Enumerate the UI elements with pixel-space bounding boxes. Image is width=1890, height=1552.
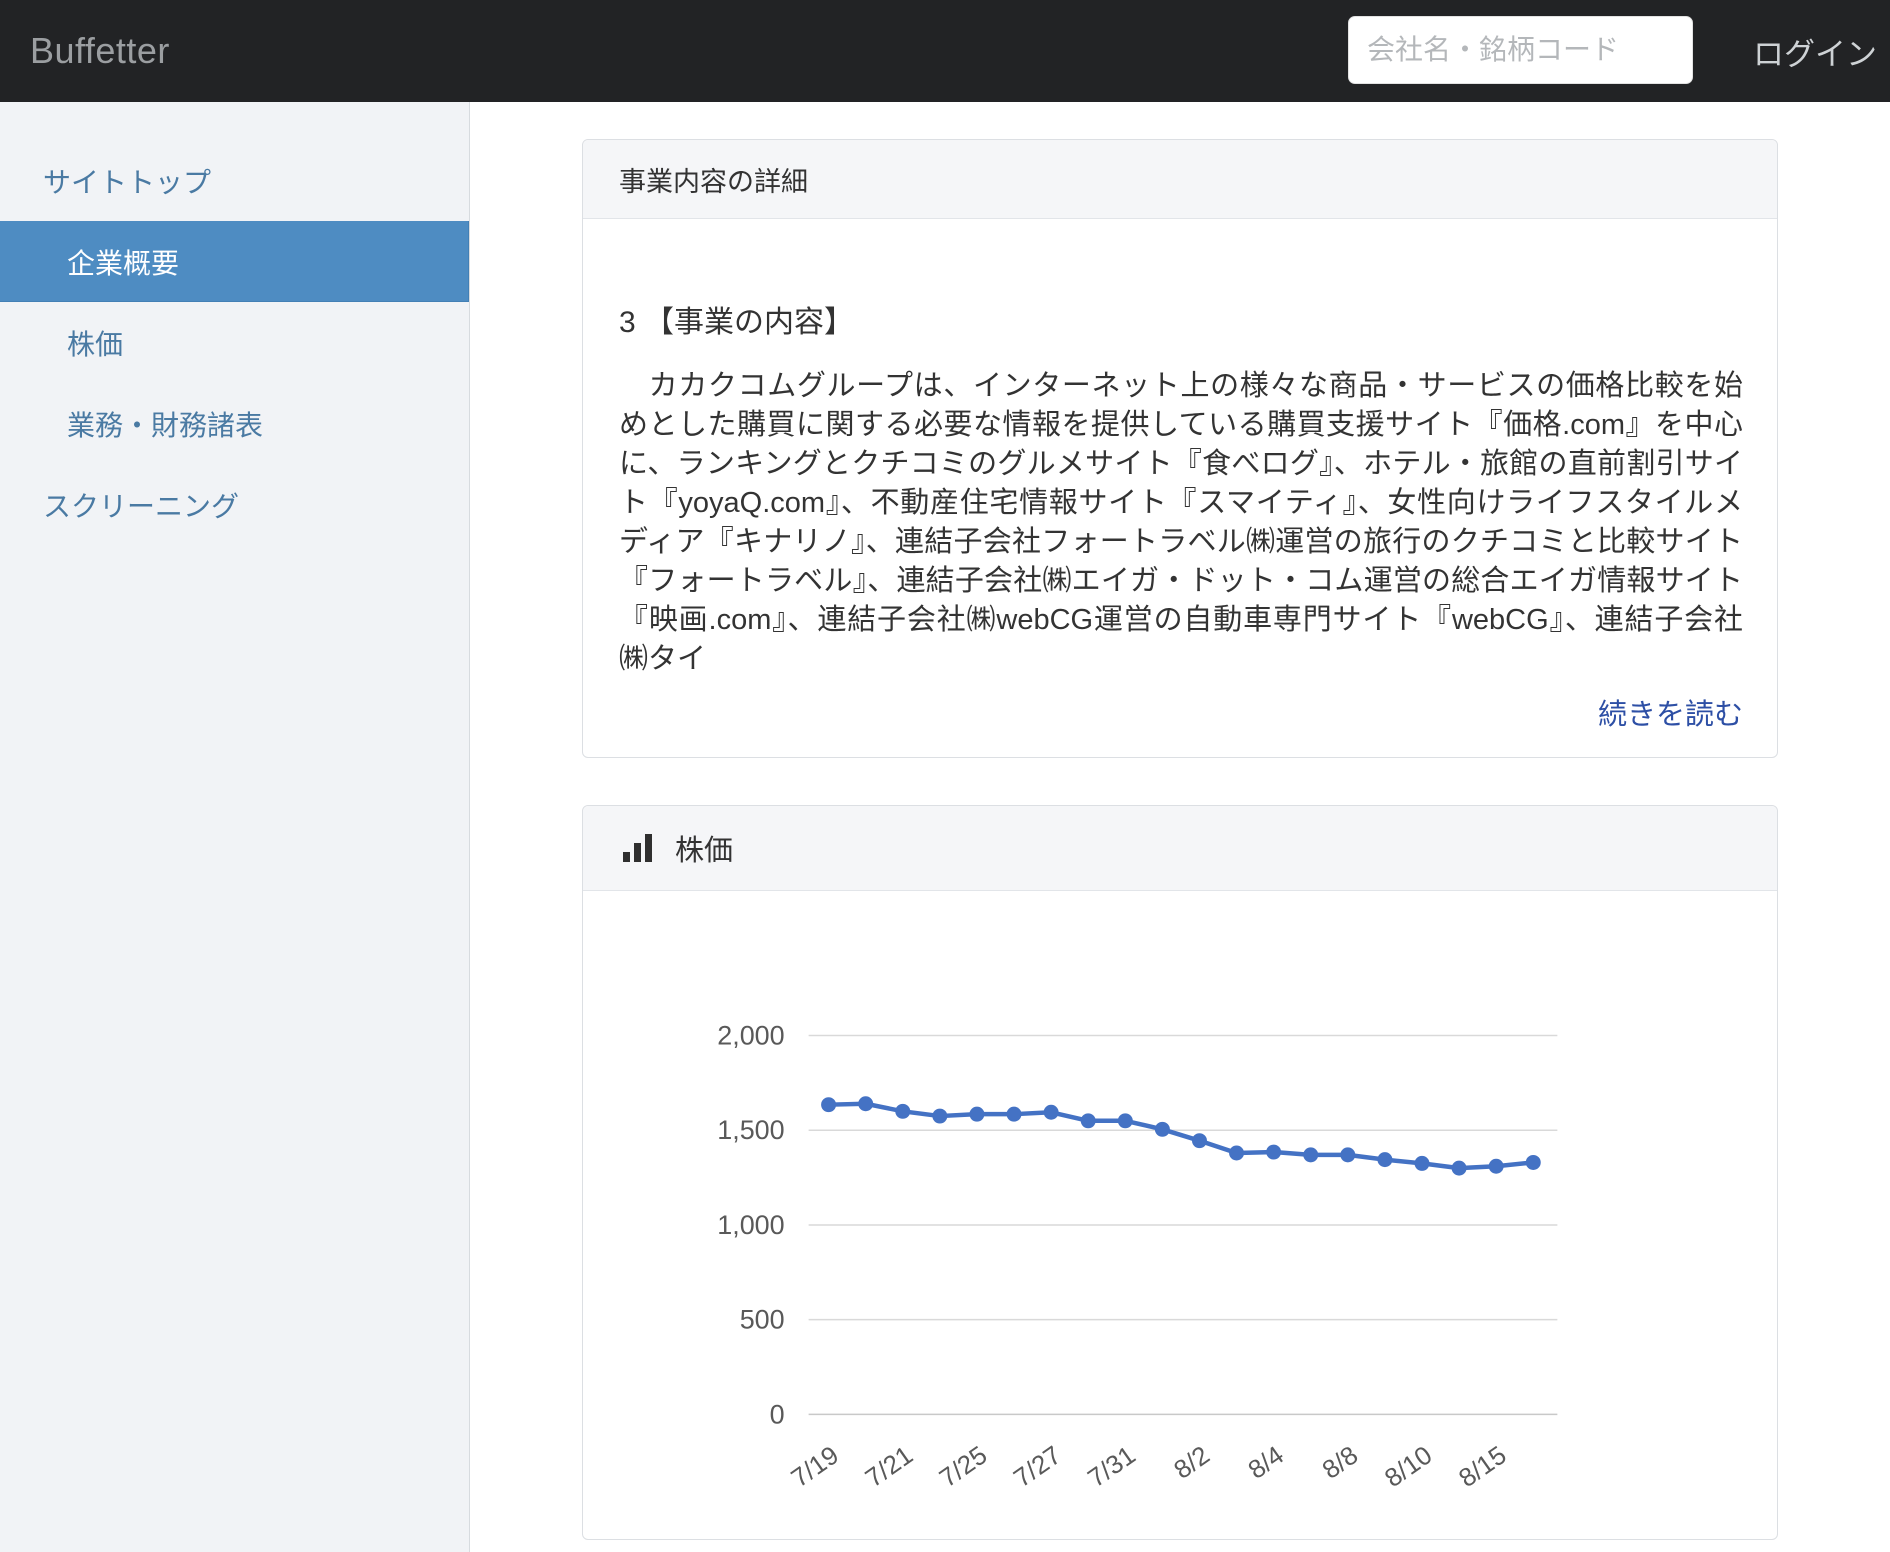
chart-point [1081,1113,1096,1128]
sidebar-item-label: スクリーニング [43,485,239,525]
chart-point [1229,1146,1244,1161]
sidebar-item-screening[interactable]: スクリーニング [0,464,469,545]
business-card-title: 事業内容の詳細 [619,160,808,199]
search-input[interactable] [1348,16,1693,84]
read-more-link[interactable]: 続きを読む [619,691,1743,733]
sidebar: サイトトップ 企業概要 株価 業務・財務諸表 スクリーニング [0,102,470,1552]
chart-point [1118,1113,1133,1128]
chart-point [969,1107,984,1122]
chart-point [1452,1161,1467,1176]
stock-chart: 0 500 1,000 1,500 2,000 7/19 7/21 7/25 7/27 7/31 8… [583,891,1777,1539]
chart-point [1266,1145,1281,1160]
x-axis-tick-label: 7/21 [861,1441,918,1493]
brand-logo[interactable]: Buffetter [30,30,170,72]
chart-point [1192,1133,1207,1148]
y-axis-tick-label: 1,500 [717,1115,784,1145]
sidebar-item-financial-statements[interactable]: 業務・財務諸表 [0,383,469,464]
x-axis-tick-label: 7/19 [787,1441,844,1493]
chart-point [1007,1107,1022,1122]
stock-card-header: 株価 [583,806,1777,891]
stock-card-body: 0 500 1,000 1,500 2,000 7/19 7/21 7/25 7/27 7/31 8… [583,891,1777,1539]
x-axis-tick-label: 7/27 [1009,1441,1066,1493]
stock-price-card: 株価 0 500 1,000 1,500 2,000 7/19 7/21 7/25 7/27 7/… [582,805,1778,1540]
sidebar-item-site-top[interactable]: サイトトップ [0,140,469,221]
y-axis-tick-label: 1,000 [717,1210,784,1240]
top-bar: Buffetter ログイン [0,0,1890,102]
business-paragraph: カカクコムグループは、インターネット上の様々な商品・サービスの価格比較を始めとし… [619,367,1743,679]
x-axis-tick-label: 8/15 [1454,1441,1511,1493]
chart-point [858,1096,873,1111]
sidebar-item-label: サイトトップ [43,161,211,201]
bar-chart-icon [623,834,653,862]
x-axis-tick-label: 8/4 [1243,1441,1289,1485]
sidebar-item-company-overview[interactable]: 企業概要 [0,221,469,302]
business-card-body: 3 【事業の内容】 カカクコムグループは、インターネット上の様々な商品・サービス… [583,219,1777,733]
chart-point [1340,1147,1355,1162]
y-axis-tick-label: 500 [740,1305,785,1335]
business-details-card: 事業内容の詳細 3 【事業の内容】 カカクコムグループは、インターネット上の様々… [582,139,1778,758]
stock-card-title: 株価 [675,827,733,869]
chart-point [1489,1159,1504,1174]
x-axis-tick-label: 7/31 [1083,1441,1140,1493]
chart-point [932,1109,947,1124]
y-axis-tick-label: 0 [770,1399,785,1429]
business-section-heading: 3 【事業の内容】 [619,297,1743,341]
chart-point [821,1097,836,1112]
sidebar-item-label: 株価 [67,323,123,363]
y-axis-tick-label: 2,000 [717,1021,784,1051]
chart-point [1303,1147,1318,1162]
business-card-header: 事業内容の詳細 [583,140,1777,219]
chart-point [1044,1105,1059,1120]
chart-point [1415,1156,1430,1171]
chart-point [895,1104,910,1119]
chart-point [1155,1122,1170,1137]
chart-point [1377,1152,1392,1167]
x-axis-tick-label: 8/2 [1169,1441,1215,1485]
x-axis-tick-label: 7/25 [935,1441,992,1493]
chart-point [1526,1155,1541,1170]
x-axis-tick-label: 8/8 [1318,1441,1364,1485]
x-axis-tick-label: 8/10 [1380,1441,1437,1493]
login-link[interactable]: ログイン [1753,0,1877,102]
sidebar-item-stock-price[interactable]: 株価 [0,302,469,383]
sidebar-item-label: 業務・財務諸表 [67,404,263,444]
sidebar-item-label: 企業概要 [67,242,179,282]
